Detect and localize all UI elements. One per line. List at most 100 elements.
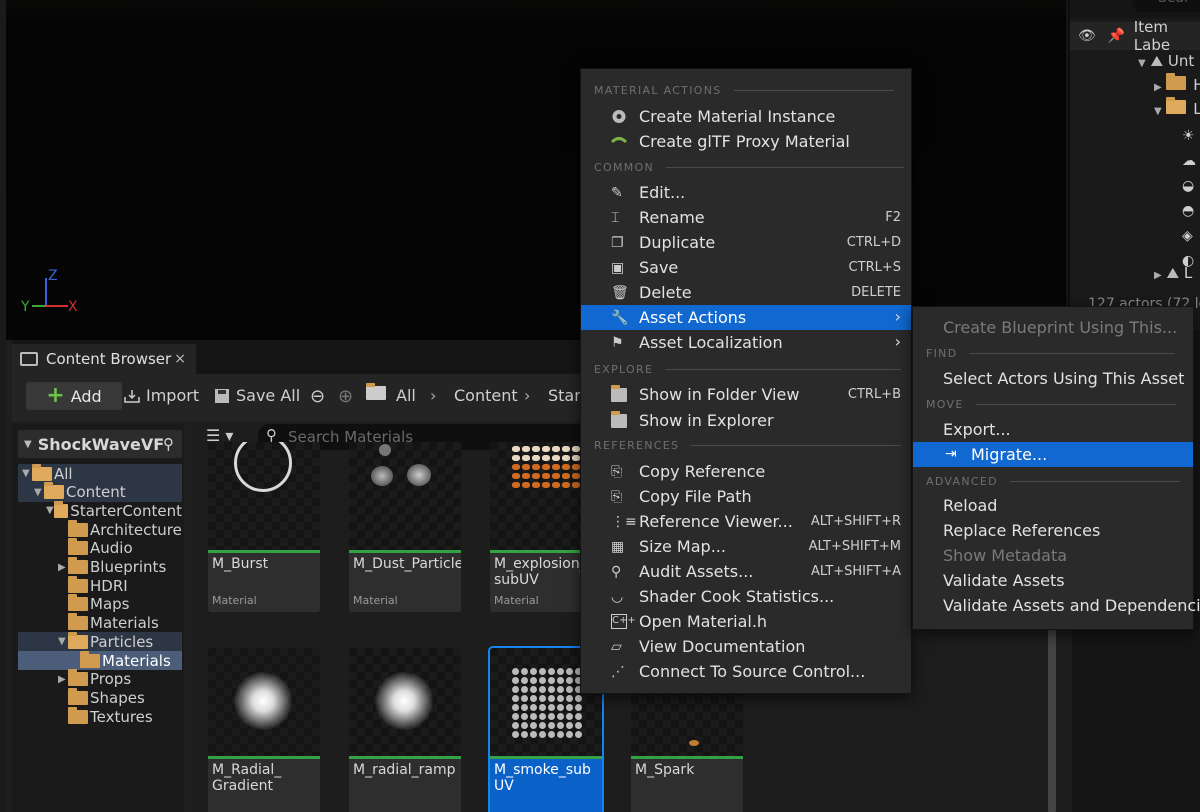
save-all-button[interactable]: Save All xyxy=(214,386,300,405)
close-tab-icon[interactable]: × xyxy=(174,351,186,367)
outliner-row[interactable]: ▶ ⛰ L xyxy=(1154,264,1200,288)
save-icon: ▣ xyxy=(611,260,625,276)
add-button[interactable]: + Add xyxy=(26,382,122,410)
item-label-column[interactable]: Item Labe xyxy=(1134,18,1200,54)
plus-icon: + xyxy=(46,382,65,408)
copy-icon: ⎘ xyxy=(611,464,623,480)
tree-item[interactable]: HDRI xyxy=(18,575,182,595)
validate-assets-dependencies-item[interactable]: Validate Assets and Dependencies xyxy=(913,593,1200,618)
asset-tile[interactable]: M_radial_rampMaterial xyxy=(349,648,461,812)
pin-icon[interactable]: 📌 xyxy=(1108,28,1125,44)
content-browser-icon xyxy=(20,352,38,366)
copy-reference-item[interactable]: ⎘ Copy Reference xyxy=(581,459,911,484)
chevron-down-icon[interactable]: ▼ xyxy=(34,487,44,498)
asset-thumbnail xyxy=(208,648,320,756)
asset-actions-item[interactable]: 🔧 Asset Actions › xyxy=(581,305,911,330)
section-find: FIND xyxy=(926,347,1176,360)
open-material-h-item[interactable]: C++ Open Material.h xyxy=(581,609,911,634)
folder-icon[interactable] xyxy=(366,383,388,400)
wrench-icon: 🔧 xyxy=(611,310,629,326)
asset-type-bar xyxy=(349,550,461,553)
import-button[interactable]: Import xyxy=(124,386,199,405)
tree-item[interactable]: Materials xyxy=(18,613,182,633)
chevron-right-icon[interactable]: ▶ xyxy=(58,674,68,685)
shader-cook-statistics-item[interactable]: ◡ Shader Cook Statistics... xyxy=(581,584,911,609)
section-move: MOVE xyxy=(926,398,1176,411)
tree-item[interactable]: ▼ Content xyxy=(18,482,182,502)
show-metadata-item[interactable]: Show Metadata xyxy=(913,543,1193,568)
tree-item[interactable]: Shapes xyxy=(18,687,182,707)
reference-viewer-item[interactable]: ⋮≡ Reference Viewer... ALT+SHIFT+R xyxy=(581,509,911,534)
validate-assets-item[interactable]: Validate Assets xyxy=(913,568,1193,593)
reload-item[interactable]: Reload xyxy=(913,493,1193,518)
forward-icon[interactable]: ⊕ xyxy=(338,386,353,407)
show-in-explorer-item[interactable]: Show in Explorer xyxy=(581,408,911,433)
tree-item[interactable]: ▶ Props xyxy=(18,669,182,689)
duplicate-item[interactable]: ❐ Duplicate CTRL+D xyxy=(581,230,911,255)
tree-item[interactable]: ▼ Particles xyxy=(18,631,182,652)
show-in-folder-view-item[interactable]: Show in Folder View CTRL+B xyxy=(581,382,911,407)
tree-item-label: Particles xyxy=(90,632,154,651)
create-material-instance-item[interactable]: Create Material Instance xyxy=(581,104,911,129)
select-actors-item[interactable]: Select Actors Using This Asset xyxy=(913,366,1193,391)
duplicate-icon: ❐ xyxy=(611,235,624,251)
search-icon[interactable]: ⚲ xyxy=(163,435,174,453)
svg-text:Z: Z xyxy=(48,268,58,284)
folder-icon xyxy=(68,594,88,612)
outliner-search-input[interactable]: Sear xyxy=(1132,0,1200,12)
create-gltf-proxy-item[interactable]: Create glTF Proxy Material xyxy=(581,129,911,154)
asset-name: M_Radial_ Gradient xyxy=(212,762,282,794)
asset-tile[interactable]: M_Radial_ GradientMaterial xyxy=(208,648,320,812)
tree-item-label: Shapes xyxy=(90,688,145,707)
tree-item[interactable]: ▶ Blueprints xyxy=(18,557,182,577)
asset-tile[interactable]: M_Dust_Particle Material xyxy=(349,442,461,612)
section-references: REFERENCES xyxy=(594,439,902,452)
outliner-column-header[interactable]: 👁 📌 Item Labe xyxy=(1070,18,1200,54)
tree-item[interactable]: ▼ StarterContent xyxy=(18,500,182,520)
visibility-eye-icon[interactable]: 👁 xyxy=(1078,28,1096,44)
breadcrumb-all[interactable]: All xyxy=(396,386,416,405)
tree-item[interactable]: Materials xyxy=(18,650,182,670)
chevron-down-icon[interactable]: ▼ xyxy=(58,636,68,647)
folder-icon xyxy=(68,706,88,724)
folder-icon xyxy=(68,575,88,593)
tree-item[interactable]: Textures xyxy=(18,706,182,726)
folder-open-icon xyxy=(53,500,69,518)
breadcrumb-content[interactable]: Content xyxy=(454,386,518,405)
fog-icon: ◈ xyxy=(1182,228,1193,244)
tree-item[interactable]: Audio xyxy=(18,538,182,558)
view-documentation-item[interactable]: ▱ View Documentation xyxy=(581,634,911,659)
chevron-right-icon[interactable]: ▶ xyxy=(58,562,68,573)
tree-item[interactable]: Architecture xyxy=(18,519,182,539)
back-icon[interactable]: ⊖ xyxy=(310,386,325,407)
tree-item[interactable]: Maps xyxy=(18,594,182,614)
copy-file-path-item[interactable]: ⎘ Copy File Path xyxy=(581,484,911,509)
asset-name: M_Spark xyxy=(635,762,695,778)
asset-name: M_Burst xyxy=(212,556,269,572)
size-map-icon: ▦ xyxy=(611,539,625,555)
delete-item[interactable]: 🗑 Delete DELETE xyxy=(581,280,911,305)
trash-icon: 🗑 xyxy=(611,285,629,301)
connect-source-control-item[interactable]: ⋰ Connect To Source Control... xyxy=(581,659,911,684)
export-item[interactable]: Export... xyxy=(913,417,1193,442)
sources-header[interactable]: ▼ ShockWaveVF ⚲ xyxy=(18,430,182,458)
edit-item[interactable]: ✎ Edit... xyxy=(581,180,911,205)
chevron-down-icon[interactable]: ▼ xyxy=(22,468,32,479)
save-item[interactable]: ▣ Save CTRL+S xyxy=(581,255,911,280)
asset-localization-item[interactable]: ⚑ Asset Localization › xyxy=(581,330,911,355)
asset-tile[interactable]: M_Burst Material xyxy=(208,442,320,612)
tree-item[interactable]: ▼ All xyxy=(18,463,182,483)
tab-content-browser[interactable]: Content Browser × xyxy=(12,344,196,374)
rename-item[interactable]: ⌶ Rename F2 xyxy=(581,205,911,230)
replace-references-item[interactable]: Replace References xyxy=(913,518,1193,543)
outliner-row[interactable]: ▼ L xyxy=(1154,97,1200,124)
migrate-item[interactable]: ⇥ Migrate... xyxy=(913,442,1193,467)
create-blueprint-item[interactable]: Create Blueprint Using This... xyxy=(913,315,1193,340)
audit-assets-item[interactable]: ⚲ Audit Assets... ALT+SHIFT+A xyxy=(581,559,911,584)
outliner-row[interactable]: ▶ H xyxy=(1154,73,1200,100)
chevron-down-icon[interactable]: ▼ xyxy=(46,505,54,516)
material-instance-icon xyxy=(612,110,626,123)
level-icon: ⛰ xyxy=(1166,264,1180,282)
size-map-item[interactable]: ▦ Size Map... ALT+SHIFT+M xyxy=(581,534,911,559)
folder-open-icon xyxy=(44,482,64,500)
